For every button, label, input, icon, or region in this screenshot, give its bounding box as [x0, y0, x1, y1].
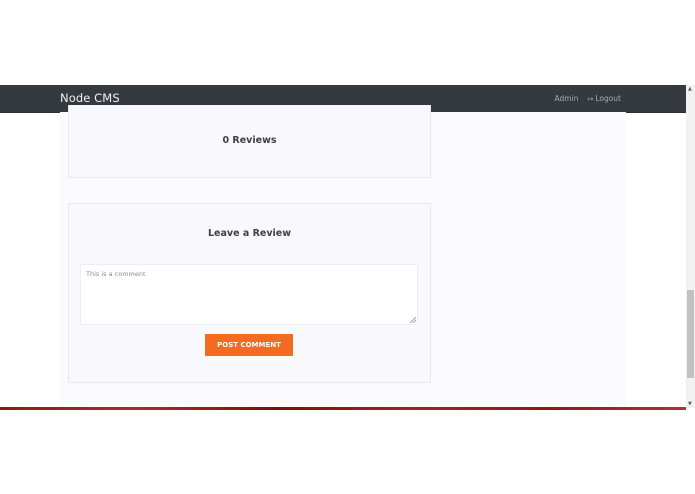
reviews-card: 0 Reviews: [68, 105, 431, 178]
navbar-links: Admin ↦ Logout: [555, 94, 621, 103]
comment-text: This is a comment: [86, 270, 146, 278]
taskbar-edge: [0, 407, 686, 410]
brand-logo[interactable]: Node CMS: [60, 91, 120, 105]
admin-link[interactable]: Admin: [555, 94, 579, 103]
reviews-count-heading: 0 Reviews: [222, 135, 277, 146]
resize-handle-icon[interactable]: [410, 317, 416, 323]
leave-review-heading: Leave a Review: [208, 228, 291, 239]
scroll-up-arrow-icon[interactable]: ▲: [688, 86, 692, 92]
browser-viewport: Node CMS Admin ↦ Logout 0 Reviews Leave …: [0, 85, 686, 408]
logout-label: Logout: [595, 94, 621, 103]
sign-out-icon: ↦: [587, 94, 594, 103]
logout-link[interactable]: ↦ Logout: [587, 94, 621, 103]
post-comment-button[interactable]: POST COMMENT: [205, 334, 293, 356]
vertical-scrollbar[interactable]: ▲ ▼: [686, 85, 695, 408]
leave-review-card: Leave a Review This is a comment POST CO…: [68, 203, 431, 383]
comment-textarea[interactable]: This is a comment: [80, 264, 418, 325]
scrollbar-thumb[interactable]: [687, 290, 694, 378]
scroll-down-arrow-icon[interactable]: ▼: [688, 401, 692, 407]
